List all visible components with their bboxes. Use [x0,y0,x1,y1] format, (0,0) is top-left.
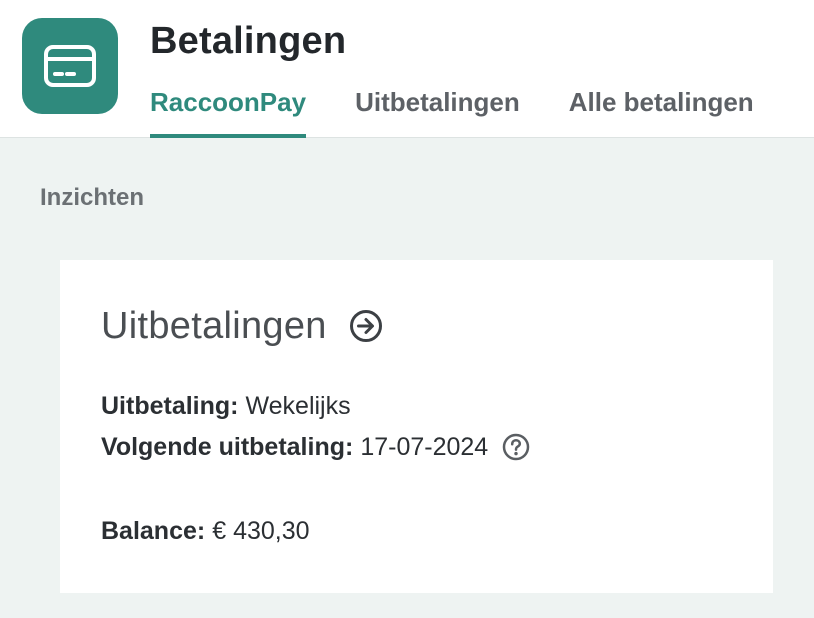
balance-row: Balance: € 430,30 [101,515,310,547]
tab-raccoonpay[interactable]: RaccoonPay [150,82,307,138]
tab-uitbetalingen[interactable]: Uitbetalingen [355,82,520,138]
balance-label: Balance: [101,517,206,545]
payouts-card: Uitbetalingen Uitbetaling: Wekelijks Vol… [60,260,773,593]
card-title: Uitbetalingen [101,305,327,347]
next-payout-row: Volgende uitbetaling: 17-07-2024 [101,431,530,463]
next-payout-value: 17-07-2024 [360,433,489,461]
credit-card-icon [22,18,118,114]
section-title: Inzichten [40,184,145,211]
arrow-right-circle-icon[interactable] [349,309,383,343]
payout-value: Wekelijks [245,392,351,420]
question-circle-icon[interactable] [502,433,530,461]
page-header: Betalingen RaccoonPay Uitbetalingen Alle… [0,0,814,138]
card-title-row: Uitbetalingen [101,302,383,350]
payout-label: Uitbetaling: [101,392,239,420]
payout-frequency-row: Uitbetaling: Wekelijks [101,390,351,422]
page-title: Betalingen [150,20,347,62]
balance-value: € 430,30 [212,517,310,545]
tab-bar: RaccoonPay Uitbetalingen Alle betalingen [150,82,754,138]
next-payout-label: Volgende uitbetaling: [101,433,354,461]
tab-alle-betalingen[interactable]: Alle betalingen [569,82,754,138]
